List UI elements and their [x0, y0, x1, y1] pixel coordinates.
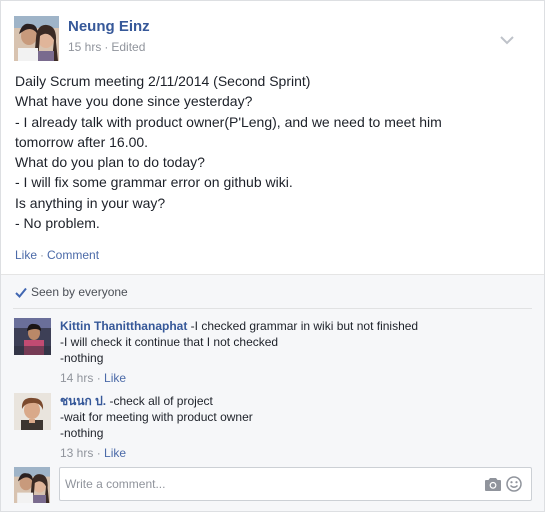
- like-button[interactable]: Like: [15, 248, 37, 262]
- meta-separator: ·: [104, 40, 109, 54]
- checkmark-icon: [15, 287, 27, 298]
- post-actions: Like · Comment: [15, 248, 99, 262]
- comment-button[interactable]: Comment: [47, 248, 99, 262]
- post-line: - I will fix some grammar error on githu…: [15, 174, 293, 191]
- post-text: Daily Scrum meeting 2/11/2014 (Second Sp…: [15, 71, 530, 233]
- comment-line: -nothing: [60, 426, 104, 441]
- comment-timestamp[interactable]: 13 hrs: [60, 446, 93, 460]
- comment-text: -check all of project: [106, 394, 213, 408]
- comment-like-button[interactable]: Like: [104, 446, 126, 460]
- camera-icon[interactable]: [485, 477, 501, 491]
- author-avatar[interactable]: [14, 16, 59, 61]
- post-card: Neung Einz 15 hrs · Edited Daily Scrum mee…: [0, 0, 545, 512]
- comment-text: -I checked grammar in wiki but not finis…: [187, 319, 419, 333]
- comment-meta: 14 hrs · Like: [60, 370, 530, 386]
- seen-text: Seen by everyone: [31, 285, 128, 299]
- comment-body: Kittin Thanitthanaphat -I checked gramma…: [60, 318, 530, 386]
- meta-separator: ·: [96, 445, 101, 460]
- post-header: Neung Einz 15 hrs · Edited: [14, 16, 524, 61]
- commenter-name[interactable]: Kittin Thanitthanaphat: [60, 319, 187, 333]
- post-line: Daily Scrum meeting 2/11/2014 (Second Sp…: [15, 73, 311, 89]
- current-user-avatar: [14, 467, 50, 503]
- post-meta: 15 hrs · Edited: [68, 40, 145, 54]
- commenter-name[interactable]: ชนนก ป.: [60, 394, 106, 408]
- post-line: Is anything in your way?: [15, 194, 166, 211]
- author-name[interactable]: Neung Einz: [68, 18, 150, 35]
- divider: [13, 308, 532, 309]
- comment-composer: Write a comment...: [14, 467, 534, 505]
- comment-input[interactable]: Write a comment...: [59, 467, 532, 501]
- commenter-avatar[interactable]: [14, 318, 51, 355]
- comment-input-placeholder: Write a comment...: [65, 477, 166, 491]
- comment-meta: 13 hrs · Like: [60, 445, 530, 461]
- comment-line: -I will check it continue that I not che…: [60, 335, 279, 350]
- post-timestamp[interactable]: 15 hrs: [68, 40, 101, 54]
- post-line: - No problem.: [15, 215, 100, 232]
- post-line: What do you plan to do today?: [15, 154, 205, 171]
- feedback-section: Seen by everyone Kittin Thanitthanaphat …: [1, 274, 544, 511]
- action-separator: ·: [40, 248, 45, 262]
- comment-line: -wait for meeting with product owner: [60, 410, 253, 425]
- post-line: What have you done since yesterday?: [15, 93, 253, 110]
- comment-timestamp[interactable]: 14 hrs: [60, 371, 93, 385]
- comment-body: ชนนก ป. -check all of project -wait for …: [60, 393, 530, 461]
- chevron-down-icon[interactable]: [500, 32, 514, 45]
- post-line: - I already talk with product owner(P'Le…: [15, 113, 442, 130]
- meta-separator: ·: [96, 370, 101, 385]
- smiley-icon[interactable]: [506, 476, 522, 492]
- seen-status: Seen by everyone: [15, 285, 128, 299]
- comment-like-button[interactable]: Like: [104, 371, 126, 385]
- comment-line: -nothing: [60, 351, 104, 366]
- post-line: tomorrow after 16.00.: [15, 133, 149, 150]
- edited-label[interactable]: Edited: [111, 40, 145, 54]
- commenter-avatar[interactable]: [14, 393, 51, 430]
